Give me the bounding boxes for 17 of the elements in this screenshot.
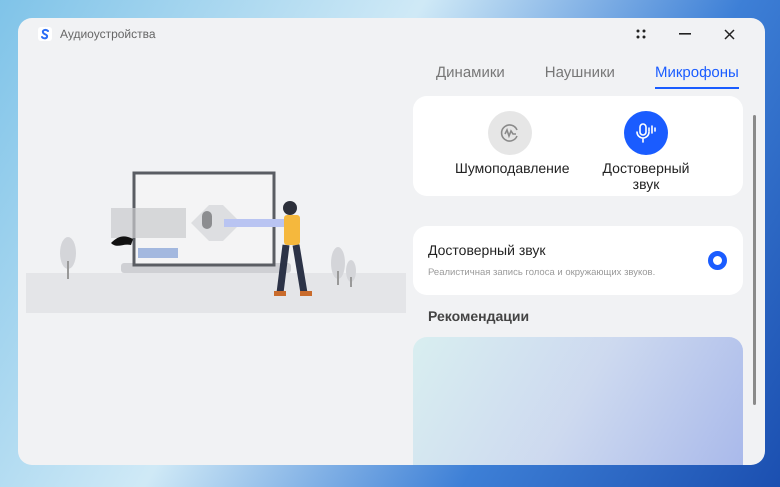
close-icon (724, 28, 734, 40)
window-title: Аудиоустройства (60, 26, 156, 43)
tab[interactable]: Наушники (544, 60, 615, 89)
mode-toggle[interactable] (488, 111, 532, 155)
tab[interactable]: Динамики (436, 60, 505, 89)
four-dots-icon (636, 29, 646, 39)
option-description: Реалистичная запись голоса и окружающих звуков. (428, 266, 656, 280)
option-title: Достоверный звук (428, 241, 546, 260)
tab[interactable]: Микрофоны (654, 60, 739, 89)
mode-label: Достоверный звук (602, 160, 690, 192)
microphone-icon (634, 122, 658, 144)
radio-button[interactable] (708, 251, 727, 270)
app-logo-icon (38, 27, 52, 41)
section-heading: Рекомендации (428, 307, 530, 326)
mode-toggle[interactable] (624, 111, 668, 155)
scrollbar[interactable] (752, 115, 756, 405)
minimize-icon (679, 33, 691, 35)
